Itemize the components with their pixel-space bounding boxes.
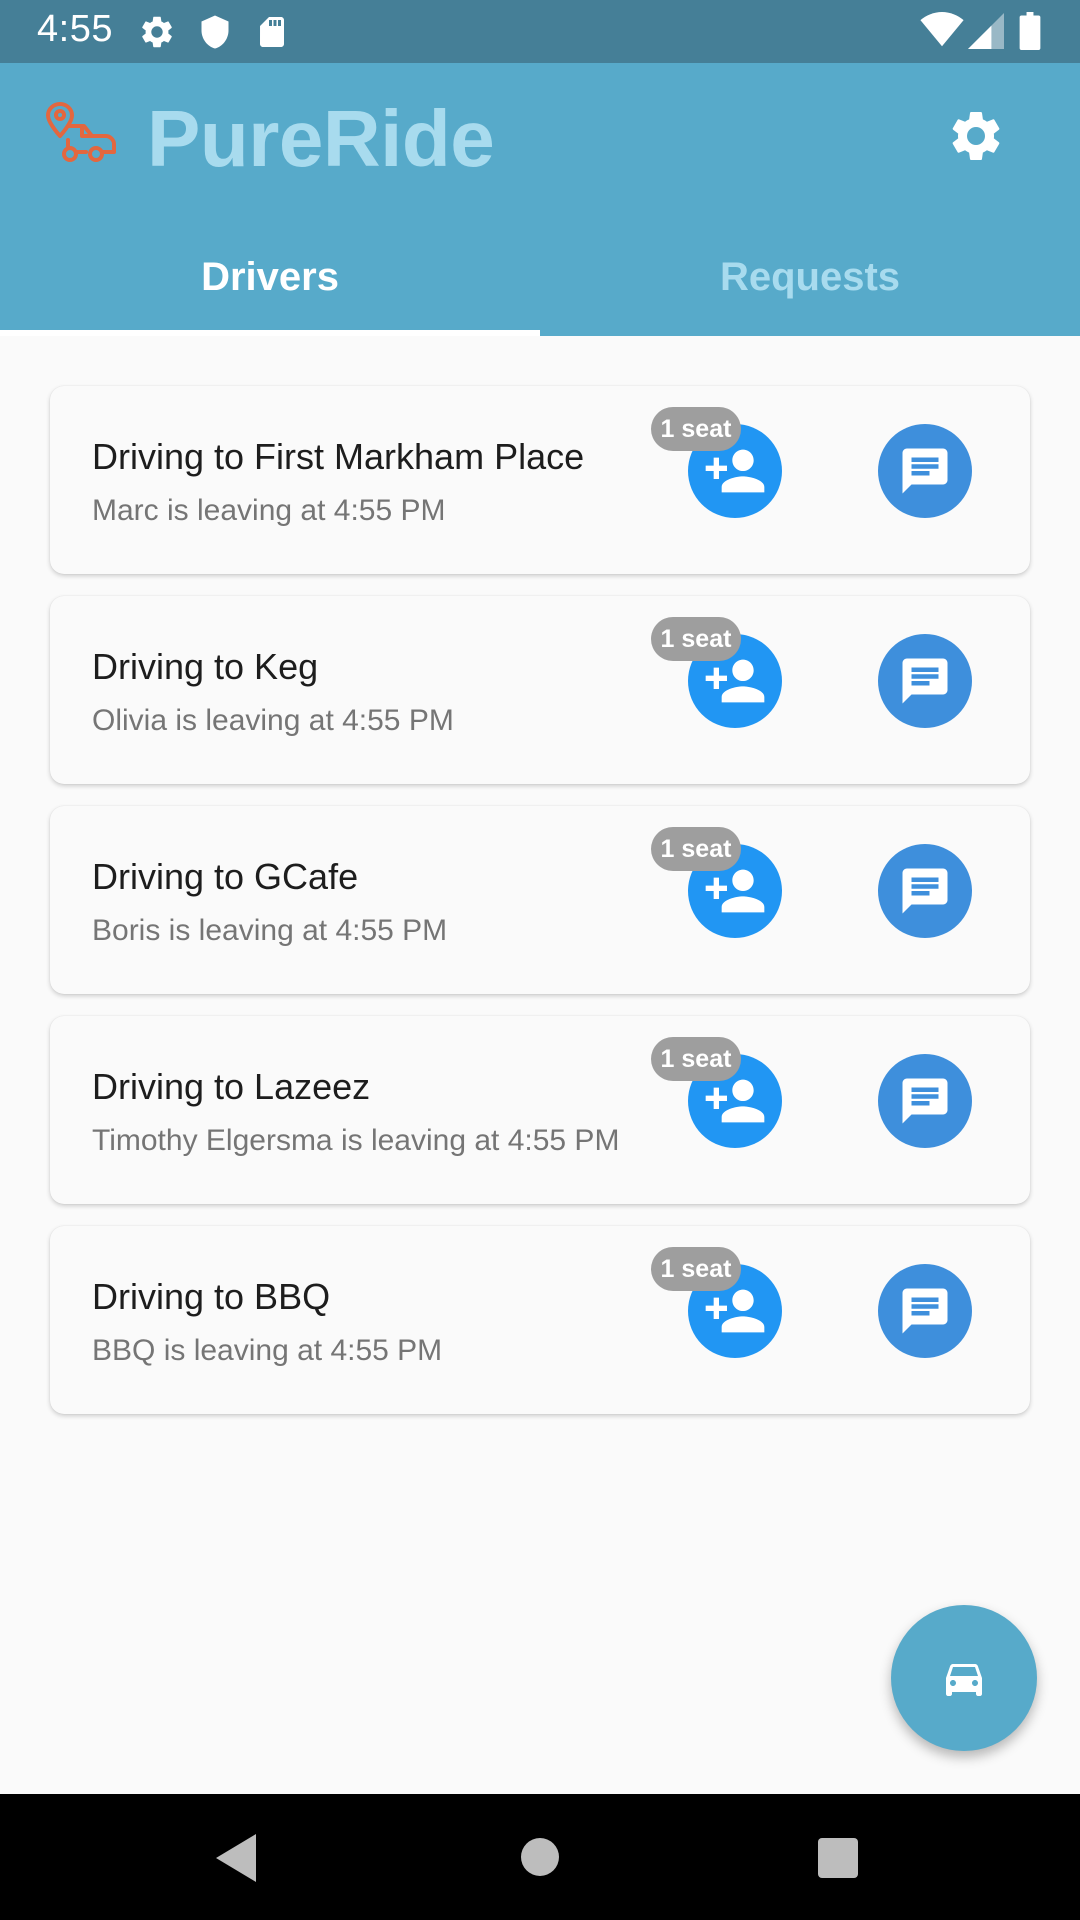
chat-button[interactable] xyxy=(878,1054,972,1148)
seat-badge: 1 seat xyxy=(651,1037,741,1081)
tab-indicator xyxy=(0,330,540,336)
status-time: 4:55 xyxy=(37,8,113,50)
seat-badge: 1 seat xyxy=(651,617,741,661)
settings-button[interactable] xyxy=(946,106,1006,166)
chat-button[interactable] xyxy=(878,634,972,728)
gear-icon xyxy=(142,16,172,48)
status-bar: 4:55 xyxy=(0,0,1080,63)
sd-card-icon xyxy=(260,17,284,47)
chat-icon xyxy=(902,658,948,704)
home-icon[interactable] xyxy=(521,1838,559,1876)
ride-title: Driving to First Markham Place xyxy=(92,436,585,477)
battery-icon xyxy=(1019,12,1041,50)
ride-title: Driving to GCafe xyxy=(92,856,359,897)
recents-icon[interactable] xyxy=(818,1838,858,1878)
cell-signal-icon xyxy=(968,13,1004,49)
ride-card[interactable]: Driving to Lazeez Timothy Elgersma is le… xyxy=(50,1016,1030,1204)
tab-drivers[interactable]: Drivers xyxy=(0,255,540,300)
back-icon[interactable] xyxy=(216,1834,260,1882)
ride-subtitle: Boris is leaving at 4:55 PM xyxy=(92,914,448,947)
ride-title: Driving to BBQ xyxy=(92,1276,331,1317)
tab-requests[interactable]: Requests xyxy=(540,255,1080,300)
ride-subtitle: BBQ is leaving at 4:55 PM xyxy=(92,1334,443,1367)
ride-title: Driving to Keg xyxy=(92,646,319,687)
ride-card[interactable]: Driving to Keg Olivia is leaving at 4:55… xyxy=(50,596,1030,784)
ride-card[interactable]: Driving to BBQ BBQ is leaving at 4:55 PM… xyxy=(50,1226,1030,1414)
seat-badge: 1 seat xyxy=(651,827,741,871)
shield-icon xyxy=(201,15,229,49)
chat-icon xyxy=(902,448,948,494)
ride-subtitle: Timothy Elgersma is leaving at 4:55 PM xyxy=(92,1124,620,1157)
ride-subtitle: Olivia is leaving at 4:55 PM xyxy=(92,704,454,737)
ride-card[interactable]: Driving to GCafe Boris is leaving at 4:5… xyxy=(50,806,1030,994)
chat-icon xyxy=(902,868,948,914)
chat-icon xyxy=(902,1078,948,1124)
chat-button[interactable] xyxy=(878,424,972,518)
ride-card[interactable]: Driving to First Markham Place Marc is l… xyxy=(50,386,1030,574)
ride-subtitle: Marc is leaving at 4:55 PM xyxy=(92,494,446,527)
app-title: PureRide xyxy=(147,94,495,183)
chat-button[interactable] xyxy=(878,1264,972,1358)
wifi-icon xyxy=(920,12,964,47)
ride-title: Driving to Lazeez xyxy=(92,1066,371,1107)
seat-badge: 1 seat xyxy=(651,1247,741,1291)
chat-icon xyxy=(902,1288,948,1334)
gear-icon xyxy=(952,111,1000,160)
car-icon xyxy=(946,1664,982,1696)
chat-button[interactable] xyxy=(878,844,972,938)
offer-ride-fab[interactable] xyxy=(891,1605,1037,1751)
app-bar: PureRide Drivers Requests xyxy=(0,63,1080,336)
seat-badge: 1 seat xyxy=(651,407,741,451)
system-nav-bar xyxy=(0,1794,1080,1920)
car-location-icon xyxy=(46,102,116,162)
